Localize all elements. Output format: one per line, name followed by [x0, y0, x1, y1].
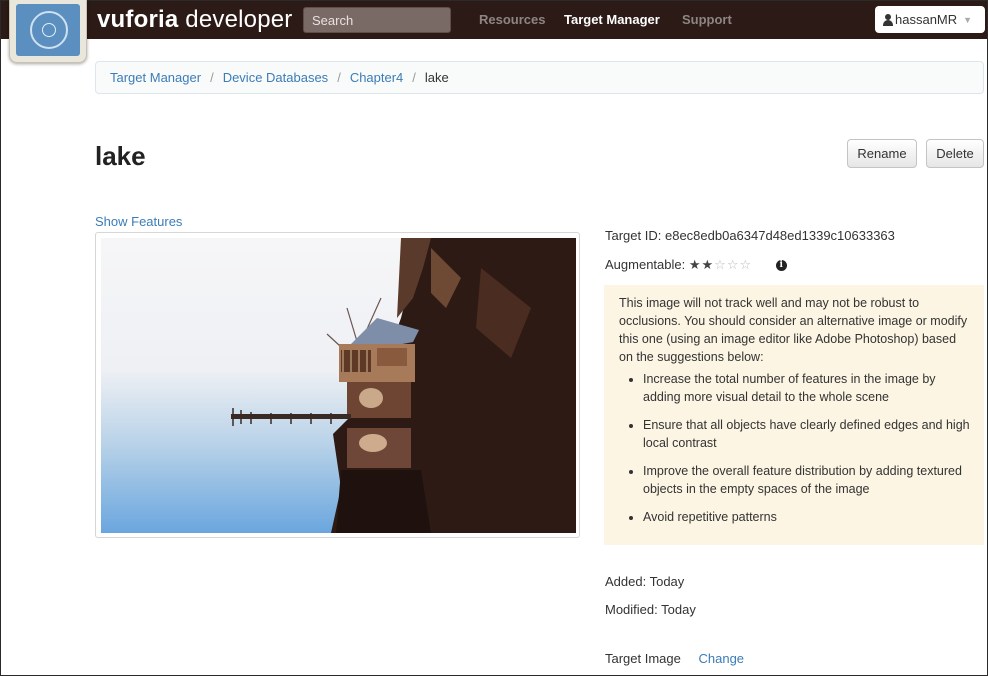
- target-image-frame: [95, 232, 580, 538]
- delete-button[interactable]: Delete: [926, 139, 984, 168]
- nav-target-manager[interactable]: Target Manager: [564, 12, 660, 27]
- show-features-link[interactable]: Show Features: [95, 214, 182, 229]
- logo-icon: [16, 4, 80, 56]
- chevron-down-icon: ▼: [963, 14, 973, 25]
- search-input[interactable]: [303, 7, 451, 33]
- nav-resources[interactable]: Resources: [479, 12, 545, 27]
- target-image-label: Target Image: [605, 651, 681, 666]
- vuforia-logo[interactable]: [9, 0, 87, 63]
- breadcrumb-separator: /: [412, 70, 416, 85]
- warning-intro: This image will not track well and may n…: [619, 296, 968, 364]
- breadcrumb-device-databases[interactable]: Device Databases: [223, 70, 329, 85]
- rename-button[interactable]: Rename: [847, 139, 917, 168]
- added-row: Added: Today: [605, 574, 685, 589]
- change-image-link[interactable]: Change: [699, 651, 745, 666]
- star-filled-icon: ★: [688, 257, 702, 272]
- user-menu-button[interactable]: hassanMR ▼: [875, 6, 985, 33]
- star-empty-icon: ☆: [739, 257, 753, 272]
- list-item: Increase the total number of features in…: [643, 370, 970, 406]
- target-id-row: Target ID: e8ec8edb0a6347d48ed1339c10633…: [605, 228, 895, 243]
- target-image: [101, 238, 576, 533]
- target-image-row: Target Image Change: [605, 651, 744, 666]
- target-id-value: e8ec8edb0a6347d48ed1339c10633363: [664, 228, 895, 243]
- tracking-warning: This image will not track well and may n…: [604, 285, 984, 545]
- page-title: lake: [95, 141, 146, 171]
- list-item: Ensure that all objects have clearly def…: [643, 416, 970, 452]
- star-empty-icon: ☆: [714, 257, 727, 272]
- breadcrumb-current: lake: [424, 70, 449, 85]
- added-value: Today: [649, 574, 685, 589]
- top-navbar: vuforia developer Resources Target Manag…: [1, 1, 987, 39]
- breadcrumb-separator: /: [337, 70, 341, 85]
- augmentable-rating: ★★☆☆☆: [689, 257, 752, 272]
- user-icon: [883, 13, 893, 26]
- modified-row: Modified: Today: [605, 602, 696, 617]
- modified-value: Today: [661, 602, 696, 617]
- nav-support[interactable]: Support: [682, 12, 732, 27]
- info-icon[interactable]: i: [775, 260, 787, 272]
- breadcrumb-target-manager[interactable]: Target Manager: [110, 70, 201, 85]
- list-item: Avoid repetitive patterns: [643, 508, 970, 526]
- breadcrumb-chapter4[interactable]: Chapter4: [350, 70, 403, 85]
- suggestion-list: Increase the total number of features in…: [619, 370, 970, 526]
- star-filled-icon: ★: [701, 257, 715, 272]
- username: hassanMR: [895, 12, 958, 27]
- breadcrumb: Target Manager / Device Databases / Chap…: [95, 61, 984, 94]
- star-empty-icon: ☆: [726, 257, 740, 272]
- augmentable-row: Augmentable: ★★☆☆☆ i: [605, 257, 787, 273]
- lake-boathouse-image: [231, 238, 576, 533]
- list-item: Improve the overall feature distribution…: [643, 462, 970, 498]
- brand-title[interactable]: vuforia developer: [97, 6, 293, 34]
- breadcrumb-separator: /: [210, 70, 214, 85]
